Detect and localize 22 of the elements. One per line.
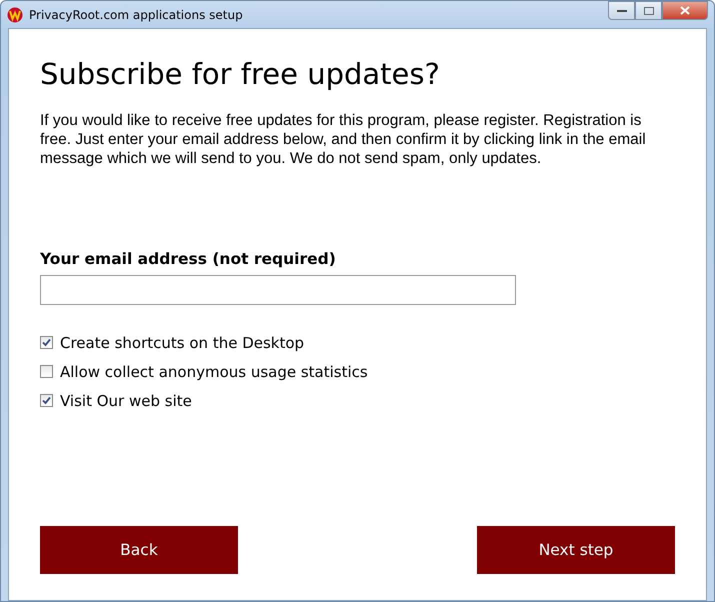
checkmark-icon bbox=[42, 338, 51, 347]
checkbox-label: Create shortcuts on the Desktop bbox=[60, 334, 304, 352]
checkbox-label: Allow collect anonymous usage statistics bbox=[60, 362, 368, 380]
checkmark-icon bbox=[42, 396, 51, 405]
close-icon bbox=[680, 6, 690, 15]
email-field[interactable] bbox=[40, 275, 516, 305]
intro-text: If you would like to receive free updates for this program, please register. Registration is free. Just enter your email address below, and then confirm it by clicking link in the email message which we will send to you. We do not send spam, only updates. bbox=[40, 111, 647, 168]
checkbox[interactable] bbox=[40, 336, 53, 349]
close-button[interactable] bbox=[662, 1, 708, 20]
next-step-button[interactable]: Next step bbox=[477, 526, 675, 574]
maximize-button[interactable] bbox=[635, 1, 662, 20]
checkbox-label: Visit Our web site bbox=[60, 392, 192, 410]
page-heading: Subscribe for free updates? bbox=[40, 57, 441, 91]
checkbox[interactable] bbox=[40, 365, 53, 378]
window-title: PrivacyRoot.com applications setup bbox=[29, 8, 243, 22]
minimize-button[interactable] bbox=[608, 1, 635, 20]
app-logo-icon bbox=[7, 6, 23, 22]
minimize-icon bbox=[616, 8, 626, 12]
email-label: Your email address (not required) bbox=[40, 250, 337, 268]
maximize-icon bbox=[644, 6, 654, 14]
checkbox[interactable] bbox=[40, 394, 53, 407]
back-button[interactable]: Back bbox=[40, 526, 238, 574]
